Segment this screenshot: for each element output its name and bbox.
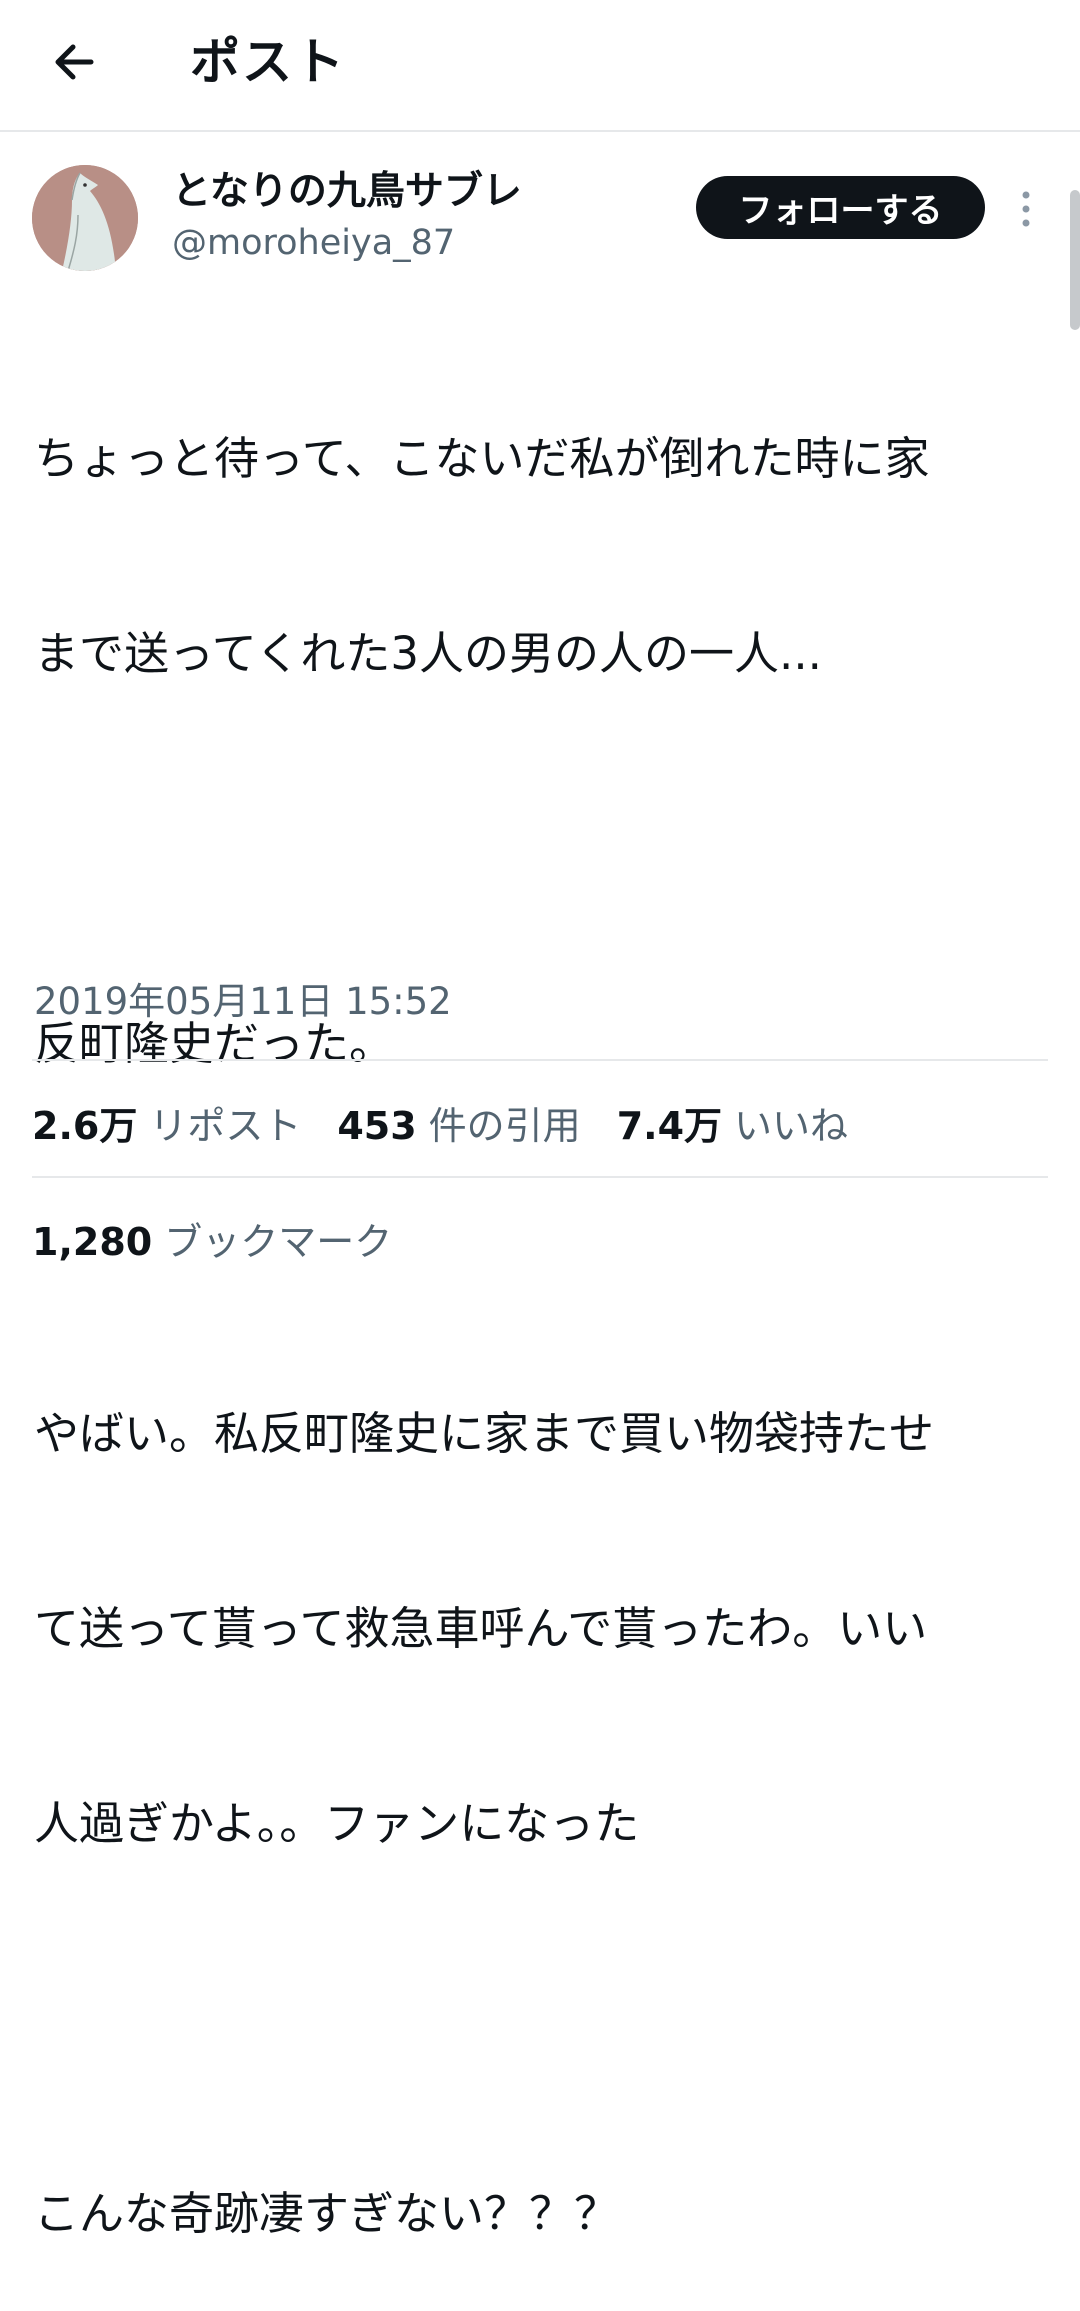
bookmark-count-link[interactable]: 1,280 ブックマーク — [32, 1211, 392, 1266]
like-count: 7.4万 — [616, 1103, 723, 1148]
quote-count-link[interactable]: 453 件の引用 — [337, 1095, 580, 1150]
author-handle[interactable]: @moroheiya_87 — [172, 220, 455, 266]
bird-avatar-icon — [32, 165, 138, 271]
tweet-line: て送って貰って救急車呼んで貰ったわ。いい — [34, 1602, 928, 1655]
tweet-line — [34, 816, 1044, 881]
repost-count-link[interactable]: 2.6万 リポスト — [32, 1095, 301, 1150]
arrow-left-icon — [55, 44, 94, 80]
bookmark-label: ブックマーク — [164, 1219, 393, 1264]
tweet-line: まで送ってくれた3人の男の人の一人... — [34, 627, 822, 680]
scrollbar[interactable] — [1070, 190, 1080, 330]
follow-button[interactable]: フォローする — [696, 176, 985, 239]
quote-label: 件の引用 — [428, 1103, 581, 1148]
engagement-stats: 2.6万 リポスト 453 件の引用 7.4万 いいね — [32, 1094, 884, 1150]
divider — [32, 1059, 1048, 1061]
divider — [32, 1176, 1048, 1178]
more-options-button[interactable] — [1006, 186, 1046, 232]
bookmark-stats: 1,280 ブックマーク — [32, 1210, 428, 1266]
tweet-line: 人過ぎかよ。。ファンになった — [34, 1797, 640, 1850]
repost-label: リポスト — [149, 1103, 302, 1148]
repost-count: 2.6万 — [32, 1103, 138, 1148]
more-vertical-icon — [1022, 191, 1030, 227]
tweet-text: ちょっと待って、こないだ私が倒れた時に家 まで送ってくれた3人の男の人の一人..… — [34, 296, 1044, 2311]
back-button[interactable] — [40, 28, 108, 96]
like-count-link[interactable]: 7.4万 いいね — [617, 1095, 848, 1150]
tweet-line — [34, 1986, 1044, 2051]
like-label: いいね — [734, 1103, 849, 1148]
tweet-line: ちょっと待って、こないだ私が倒れた時に家 — [34, 432, 930, 485]
bookmark-count: 1,280 — [32, 1219, 153, 1264]
avatar[interactable] — [32, 165, 138, 271]
tweet-timestamp[interactable]: 2019年05月11日 15:52 — [34, 978, 452, 1026]
quote-count: 453 — [337, 1103, 417, 1148]
top-bar: ポスト — [0, 0, 1080, 132]
tweet-line: やばい。私反町隆史に家まで買い物袋持たせ — [34, 1407, 935, 1460]
author-display-name[interactable]: となりの九鳥サブレ — [172, 166, 522, 218]
page-title: ポスト — [190, 33, 346, 91]
tweet-line: こんな奇跡凄すぎない？？？ — [34, 2187, 620, 2240]
